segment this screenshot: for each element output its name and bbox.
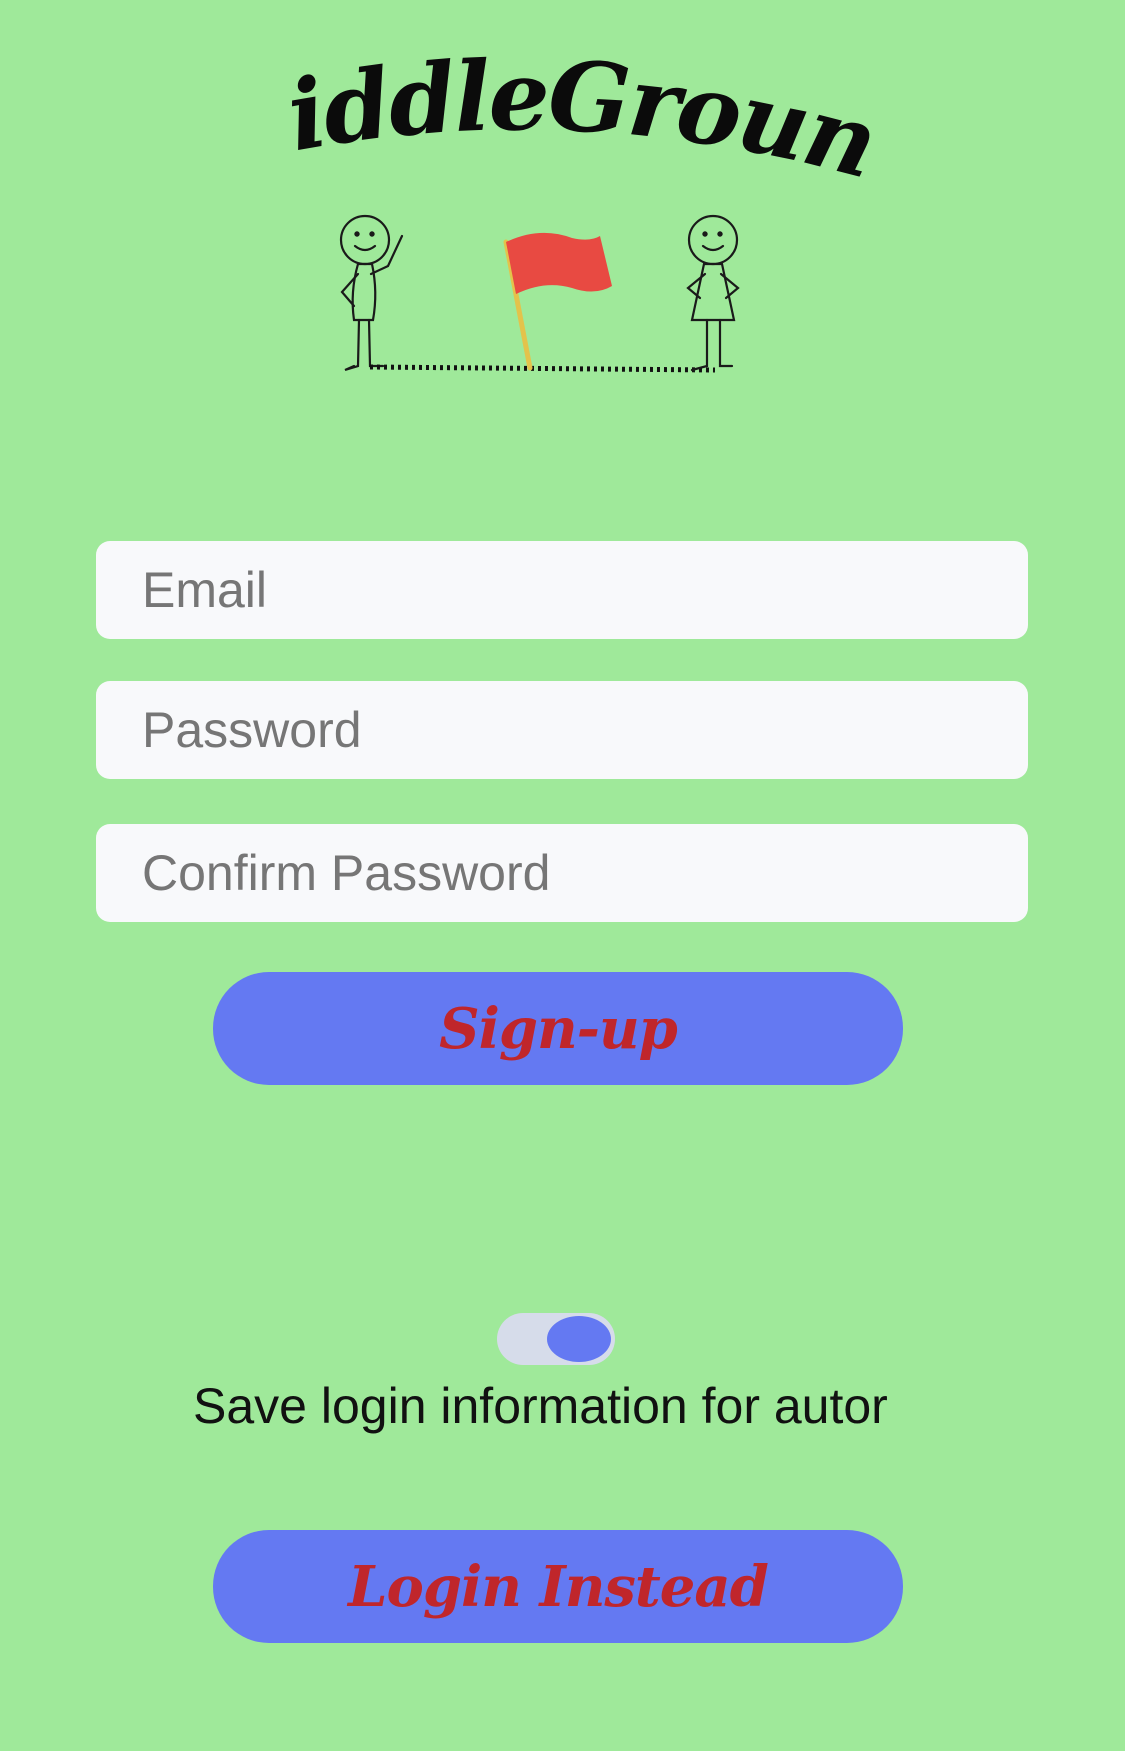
email-field[interactable] [96,541,1028,639]
confirm-password-field[interactable] [96,824,1028,922]
login-instead-button[interactable]: Login Instead [213,1530,903,1643]
save-login-label: Save login information for autor [193,1378,888,1434]
stick-figure-left-icon [339,214,404,372]
logo-title-text: MiddleGround [230,30,886,200]
ground-line [369,364,716,373]
toggle-knob [547,1316,611,1362]
save-login-toggle[interactable] [497,1313,615,1365]
password-field[interactable] [96,681,1028,779]
app-logo: MiddleGround [230,30,900,390]
signup-button-label: Sign-up [439,995,678,1062]
login-instead-button-label: Login Instead [348,1553,769,1620]
stick-figure-right-icon [686,214,740,372]
logo-title: MiddleGround [230,30,889,200]
flag-icon [503,232,612,371]
signup-button[interactable]: Sign-up [213,972,903,1085]
